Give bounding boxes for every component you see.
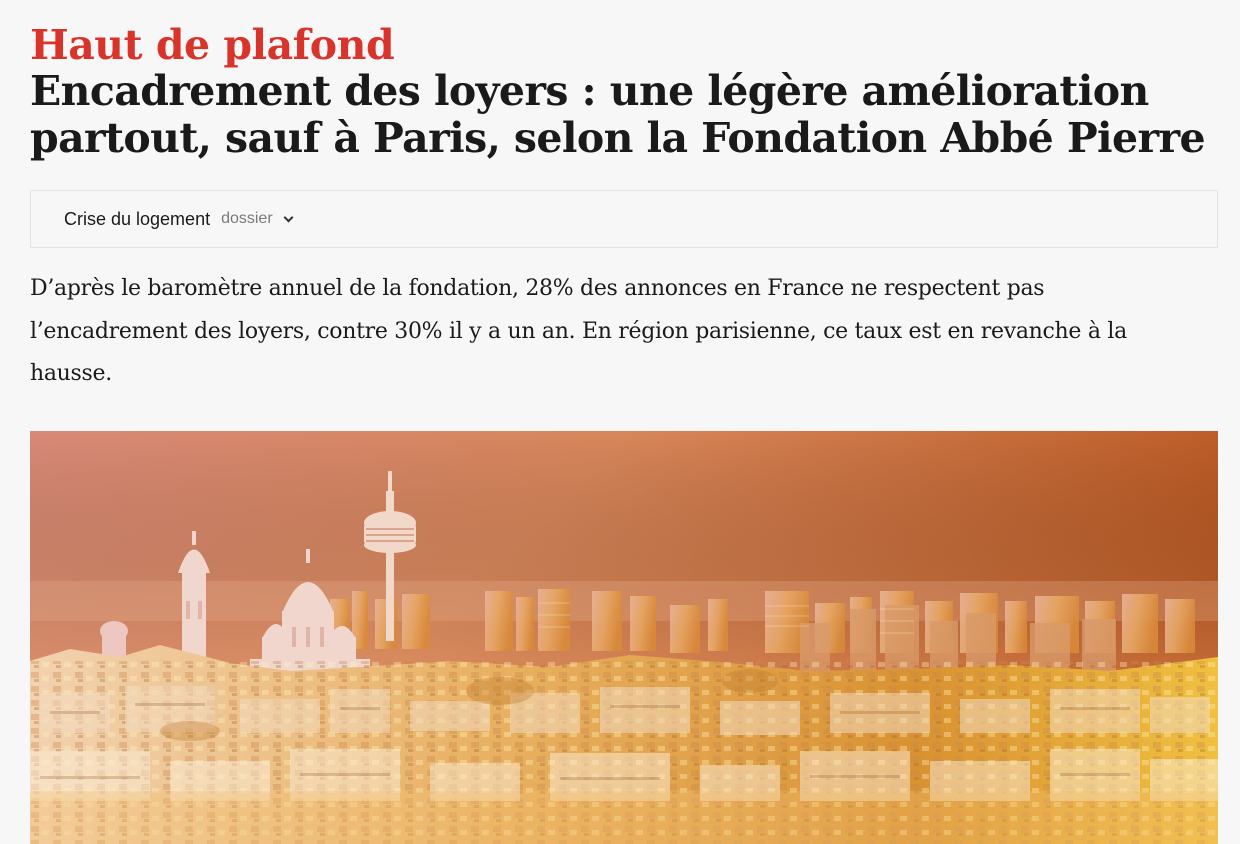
article-kicker: Haut de plafond [30,21,395,69]
dossier-toggle-button[interactable]: Crise du logement dossier [64,208,294,230]
hero-image [30,431,1218,844]
dossier-bar[interactable]: Crise du logement dossier [30,190,1218,248]
dossier-title: Crise du logement [64,208,211,229]
chevron-down-icon [283,212,294,222]
dossier-type-label: dossier [221,210,273,227]
paris-skyline-illustration [30,431,1218,844]
article-page: Haut de plafond Encadrement des loyers :… [0,0,1240,844]
article-headline: Encadrement des loyers : une légère amél… [30,67,1206,162]
article-lede: D’après le baromètre annuel de la fondat… [30,276,1127,386]
